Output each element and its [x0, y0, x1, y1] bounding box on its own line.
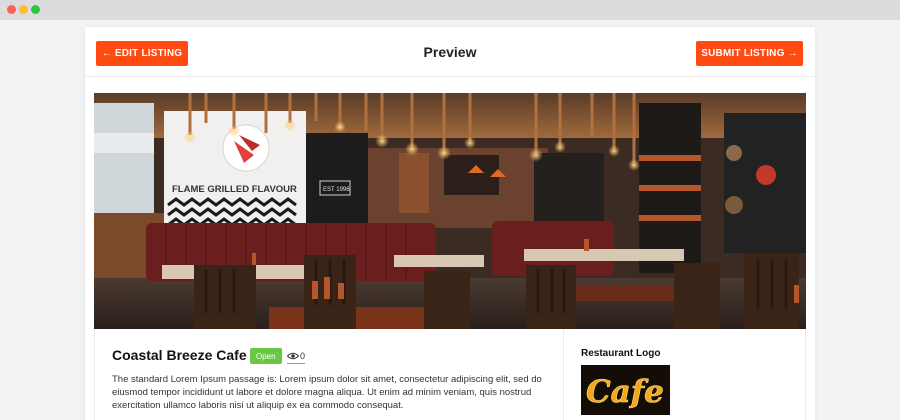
hero-plaque: EST 1996 — [323, 187, 350, 193]
listing-details: Coastal Breeze Cafe Open 0 The standard … — [94, 329, 806, 420]
status-badge: Open — [250, 348, 282, 364]
submit-listing-button[interactable]: SUBMIT LISTING → — [696, 41, 803, 66]
listing-description: The standard Lorem Ipsum passage is: Lor… — [112, 374, 542, 411]
logo-wordmark: Cafe — [586, 374, 664, 410]
listing-info-panel: Coastal Breeze Cafe Open 0 The standard … — [95, 329, 564, 420]
preview-card: ← EDIT LISTING Preview SUBMIT LISTING → — [85, 27, 815, 420]
minimize-window-button[interactable] — [19, 5, 28, 14]
listing-name: Coastal Breeze Cafe — [112, 347, 247, 363]
listing-cover-photo: FLAME GRILLED FLAVOUR EST 1996 — [94, 93, 806, 329]
cafe-logo-image: Cafe — [581, 365, 670, 415]
restaurant-logo: Cafe — [581, 365, 670, 415]
view-count-value: 0 — [300, 350, 306, 361]
eye-icon — [287, 352, 299, 359]
logo-section-title: Restaurant Logo — [581, 348, 661, 359]
maximize-window-button[interactable] — [31, 5, 40, 14]
window-titlebar — [0, 0, 900, 20]
restaurant-interior-image: FLAME GRILLED FLAVOUR EST 1996 — [94, 93, 806, 329]
view-count: 0 — [287, 348, 306, 364]
hero-wall-sign: FLAME GRILLED FLAVOUR — [172, 184, 297, 195]
preview-toolbar: ← EDIT LISTING Preview SUBMIT LISTING → — [85, 27, 815, 77]
close-window-button[interactable] — [7, 5, 16, 14]
